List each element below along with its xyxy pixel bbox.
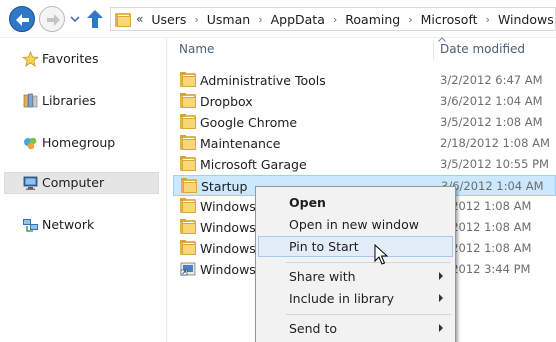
column-divider[interactable] [433, 40, 434, 60]
forward-button[interactable] [39, 6, 65, 32]
breadcrumb-separator[interactable]: › [194, 13, 198, 26]
menu-label: Include in library [289, 291, 395, 306]
file-name: Maintenance [200, 136, 281, 151]
shortcut-icon [180, 262, 196, 276]
file-name: Startup [201, 179, 248, 194]
folder-icon [180, 240, 196, 255]
column-header-date-modified[interactable]: Date modified [440, 42, 525, 56]
file-row[interactable]: Maintenance 2/18/2012 1:08 AM [173, 133, 556, 154]
file-name: Dropbox [200, 94, 253, 109]
file-name: Administrative Tools [200, 73, 326, 88]
nav-item-computer[interactable]: Computer [4, 172, 159, 194]
menu-item-pin-to-start[interactable]: Pin to Start [258, 236, 453, 257]
nav-item-favorites[interactable]: Favorites [4, 48, 159, 70]
menu-item-share-with[interactable]: Share with [258, 266, 453, 287]
breadcrumb-separator[interactable]: › [408, 13, 412, 26]
folder-icon [180, 219, 196, 234]
star-icon [22, 51, 39, 67]
up-arrow-icon[interactable] [86, 9, 104, 29]
breadcrumb-usman[interactable]: Usman [207, 12, 250, 27]
arrow-right-icon [47, 14, 60, 26]
breadcrumb-appdata[interactable]: AppData [271, 12, 325, 27]
file-date-modified: 3/6/2012 1:04 AM [440, 94, 543, 108]
menu-item-open[interactable]: Open [258, 192, 453, 213]
file-row[interactable]: Google Chrome 3/5/2012 1:08 AM [173, 112, 556, 133]
breadcrumb-separator[interactable]: › [333, 13, 337, 26]
folder-icon [115, 13, 131, 27]
menu-separator [286, 262, 451, 263]
nav-label: Computer [42, 175, 105, 190]
menu-label: Open [289, 195, 326, 210]
back-button[interactable] [9, 6, 35, 32]
folder-icon [180, 114, 196, 129]
submenu-arrow-icon [439, 324, 443, 332]
submenu-arrow-icon [439, 272, 443, 280]
menu-item-open-new-window[interactable]: Open in new window [258, 214, 453, 235]
menu-label: Share with [289, 269, 356, 284]
homegroup-icon [24, 137, 37, 150]
breadcrumb-users[interactable]: Users [151, 12, 186, 27]
address-bar[interactable]: « Users › Usman › AppData › Roaming › Mi… [110, 7, 556, 31]
file-row[interactable]: Dropbox 3/6/2012 1:04 AM [173, 91, 556, 112]
breadcrumb-windows[interactable]: Windows [498, 12, 554, 27]
file-date-modified: 3/5/2012 10:55 PM [440, 157, 549, 171]
address-toolbar: « Users › Usman › AppData › Roaming › Mi… [0, 0, 556, 38]
folder-icon [180, 72, 196, 87]
file-name: Microsoft Garage [200, 157, 307, 172]
file-name: Google Chrome [200, 115, 298, 130]
breadcrumb-overflow[interactable]: « [136, 12, 143, 26]
folder-icon [180, 198, 196, 213]
mouse-cursor-icon [374, 244, 388, 265]
menu-item-include-in-library[interactable]: Include in library [258, 288, 453, 309]
menu-separator [286, 314, 451, 315]
breadcrumb-separator[interactable]: › [486, 13, 490, 26]
nav-item-network[interactable]: Network [4, 214, 159, 236]
file-name: Windows I [200, 220, 264, 235]
file-date-modified: 3/2/2012 6:47 AM [440, 73, 543, 87]
breadcrumb-roaming[interactable]: Roaming [345, 12, 400, 27]
libraries-icon [23, 93, 38, 108]
submenu-arrow-icon [439, 294, 443, 302]
network-icon [23, 219, 38, 232]
menu-label: Send to [289, 321, 338, 336]
context-menu: Open Open in new window Pin to Start Sha… [255, 186, 456, 342]
file-date-modified: 3/6/2012 1:04 AM [441, 179, 544, 193]
nav-label: Network [42, 217, 95, 232]
folder-icon [180, 135, 196, 150]
nav-item-homegroup[interactable]: Homegroup [4, 132, 159, 154]
menu-item-send-to[interactable]: Send to [258, 318, 453, 339]
arrow-left-icon [16, 14, 29, 26]
nav-label: Homegroup [42, 135, 116, 150]
column-header-name[interactable]: Name [179, 42, 214, 56]
folder-icon [180, 93, 196, 108]
file-row[interactable]: Microsoft Garage 3/5/2012 10:55 PM [173, 154, 556, 175]
file-date-modified: 3/5/2012 1:08 AM [440, 115, 543, 129]
file-date-modified: 2/18/2012 1:08 AM [440, 136, 550, 150]
nav-label: Libraries [42, 93, 96, 108]
breadcrumb-separator[interactable]: › [258, 13, 262, 26]
menu-label: Open in new window [289, 217, 419, 232]
computer-icon [23, 176, 38, 190]
nav-label: Favorites [42, 51, 99, 66]
breadcrumb-microsoft[interactable]: Microsoft [421, 12, 478, 27]
nav-item-libraries[interactable]: Libraries [4, 90, 159, 112]
menu-label: Pin to Start [289, 239, 359, 254]
folder-icon [180, 156, 196, 171]
recent-locations-chevron-down-icon[interactable] [70, 15, 80, 23]
file-name: Windows I [200, 262, 264, 277]
file-row[interactable]: Administrative Tools 3/2/2012 6:47 AM [173, 70, 556, 91]
navigation-pane: Favorites Libraries Homegroup Computer N… [0, 38, 165, 342]
folder-icon [181, 178, 197, 193]
